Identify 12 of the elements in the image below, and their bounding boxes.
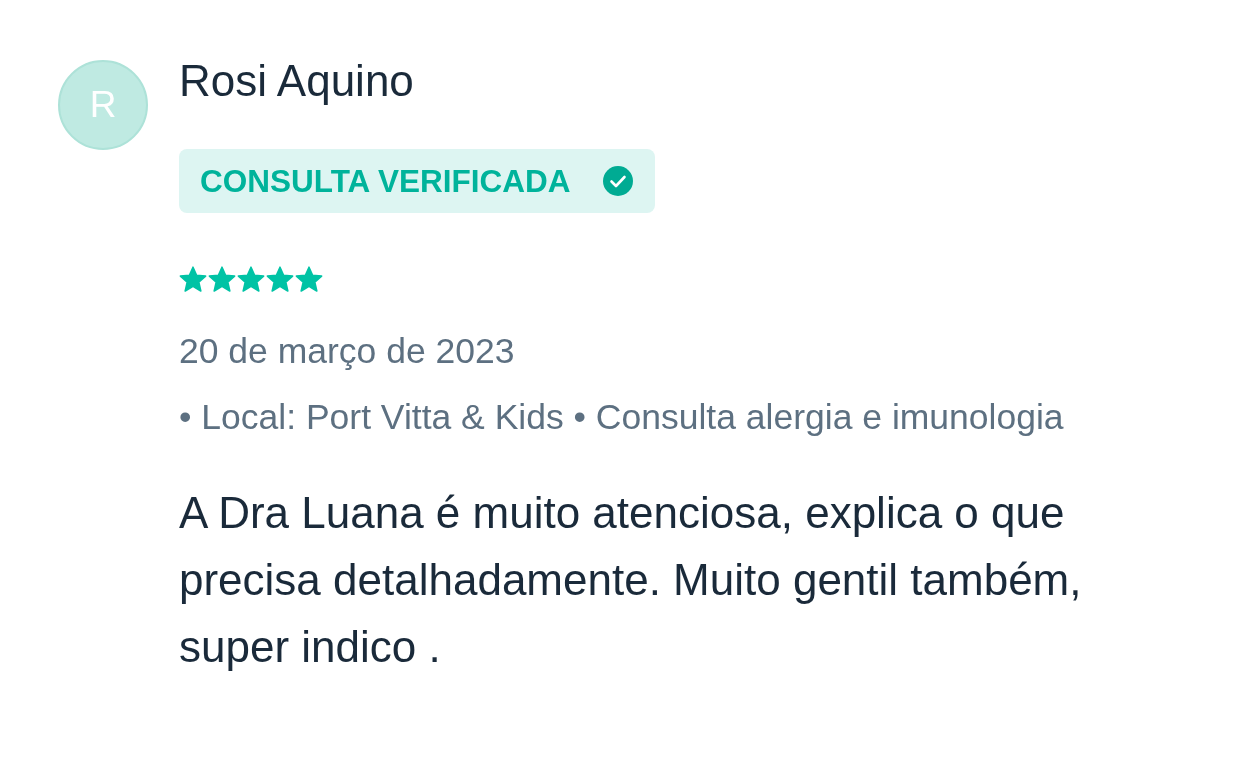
star-icon [237, 266, 265, 293]
author-name: Rosi Aquino [179, 55, 414, 107]
check-circle-icon [603, 166, 634, 196]
avatar-initial: R [58, 60, 148, 150]
star-icon [179, 266, 207, 293]
badge-label: CONSULTA VERIFICADA [200, 162, 571, 200]
visit-details: • Local: Port Vitta & Kids • Consulta alergia e imunologia [179, 396, 1064, 438]
review-text: A Dra Luana é muito atenciosa, explica o que precisa detalhadamente. Muito gentil também, super indico . [179, 487, 1083, 673]
star-icon [295, 266, 323, 293]
star-icon [266, 266, 294, 293]
star-icon [208, 266, 236, 293]
review-date: 20 de março de 2023 [179, 330, 515, 372]
